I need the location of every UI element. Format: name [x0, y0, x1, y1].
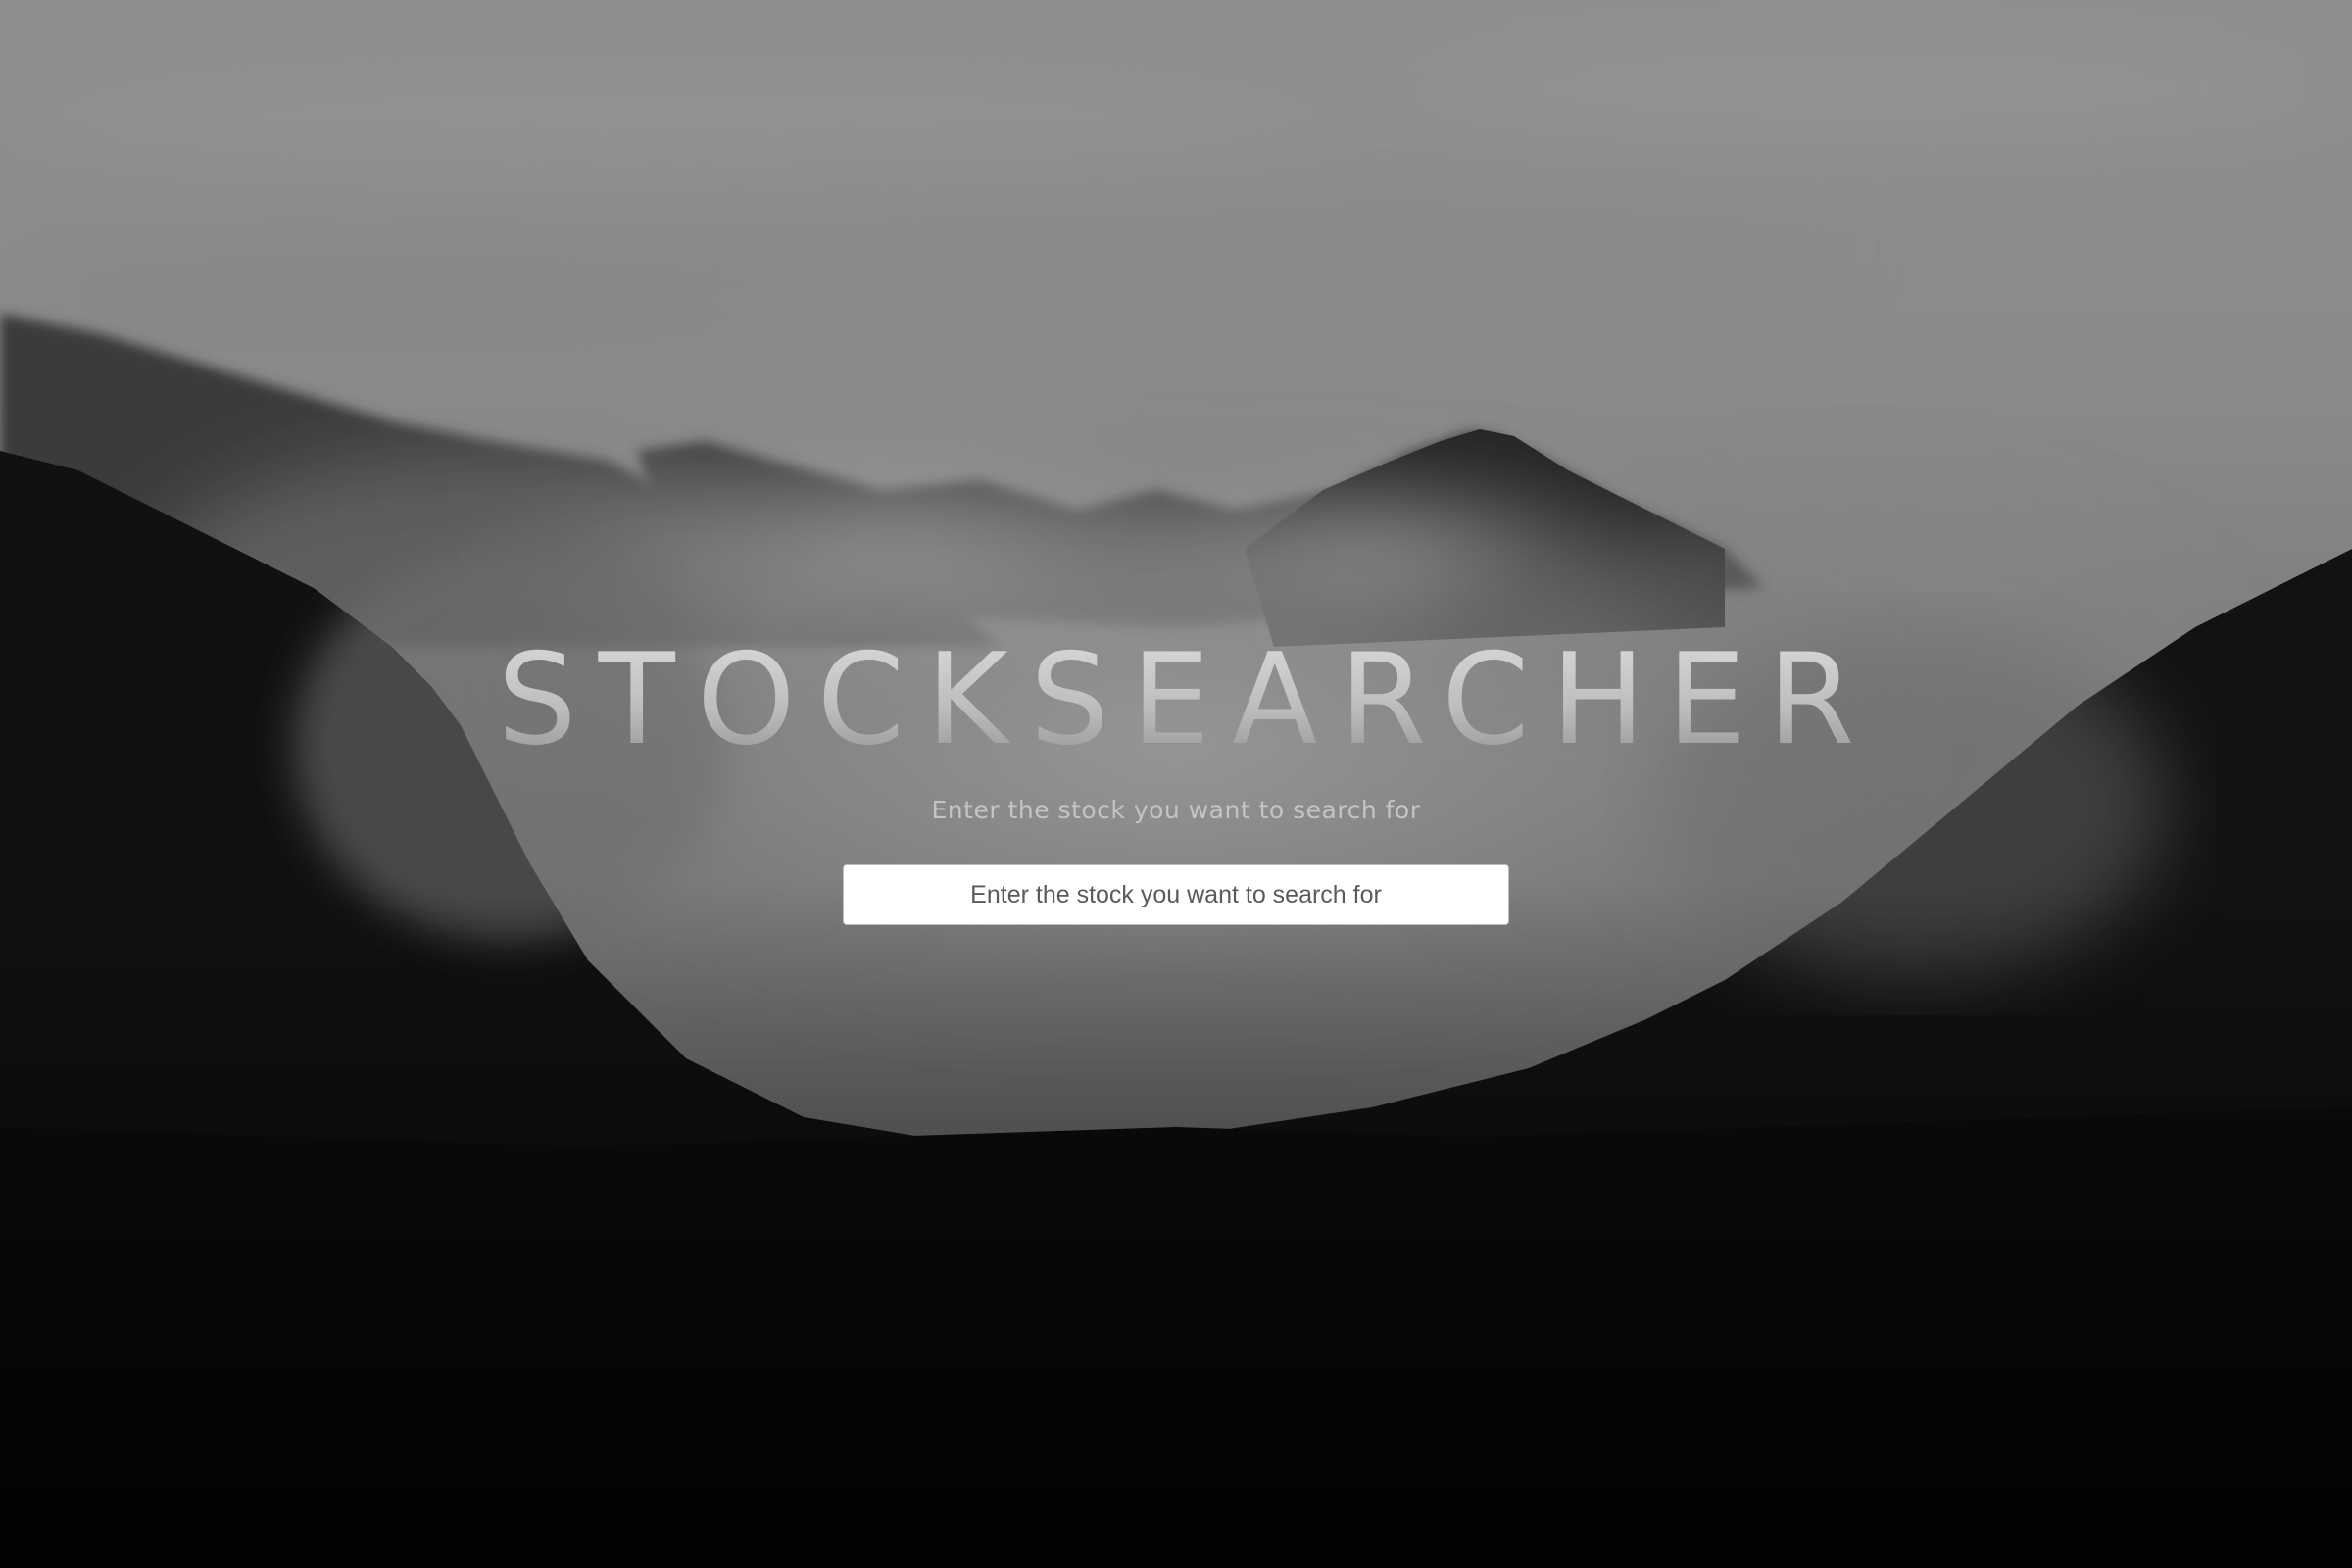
landing-page: STOCKSEARCHER Enter the stock you want t… [0, 0, 2352, 1568]
stock-search-input[interactable] [843, 864, 1509, 925]
hero-section: STOCKSEARCHER Enter the stock you want t… [0, 627, 2352, 925]
search-container [843, 864, 1509, 925]
search-instruction: Enter the stock you want to search for [931, 796, 1421, 824]
app-title: STOCKSEARCHER [0, 627, 2352, 774]
